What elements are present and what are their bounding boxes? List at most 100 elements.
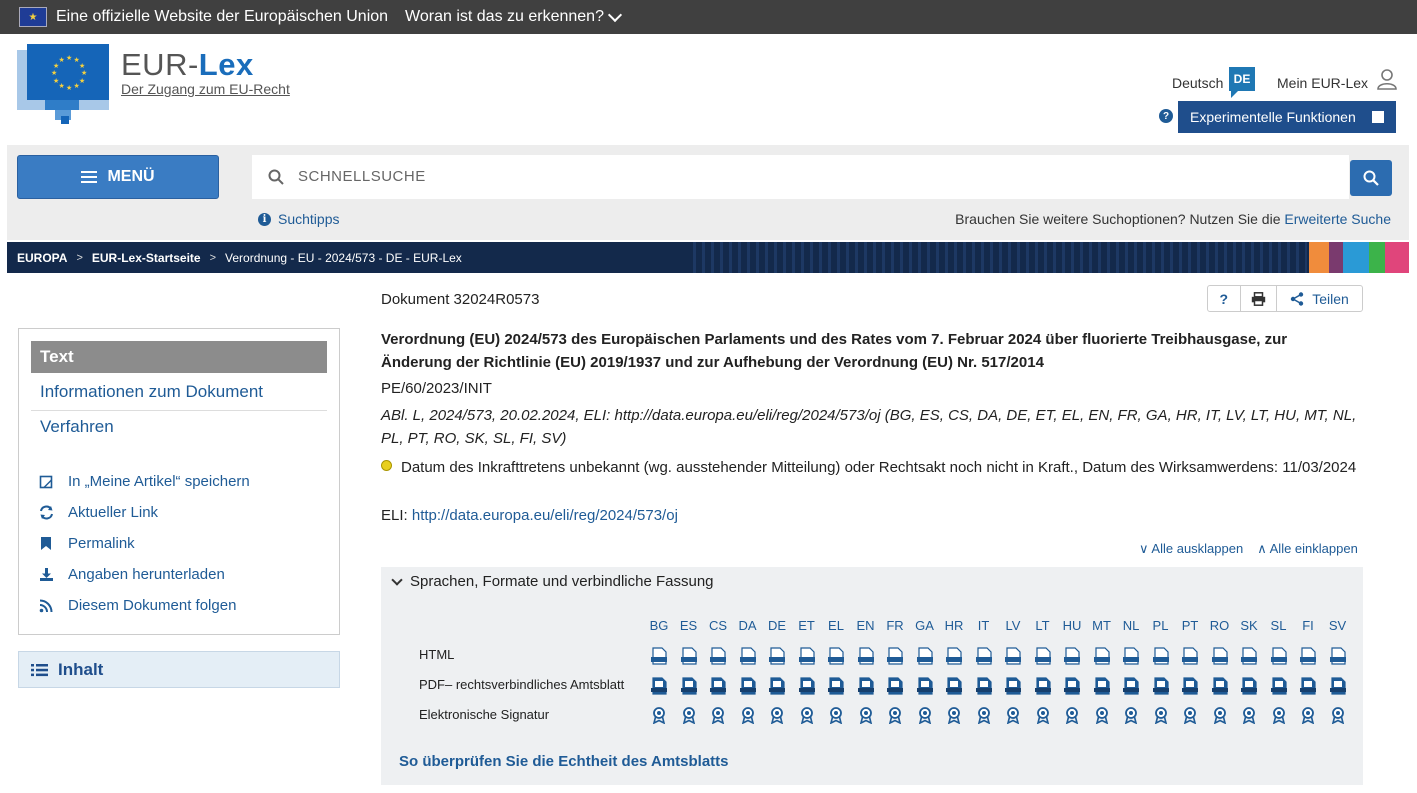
signature-link-it[interactable] xyxy=(975,706,993,725)
breadcrumb-europa[interactable]: EUROPA xyxy=(17,251,67,265)
pdf-link-sk[interactable] xyxy=(1240,677,1258,695)
experimental-checkbox[interactable] xyxy=(1372,111,1384,123)
follow-document-link[interactable]: Diesem Dokument folgen xyxy=(38,597,236,614)
signature-link-el[interactable] xyxy=(827,706,845,725)
current-link-link[interactable]: Aktueller Link xyxy=(38,504,158,521)
pdf-link-ro[interactable] xyxy=(1211,677,1229,695)
eurlex-logo[interactable]: ★ ★ ★ ★ ★ ★ ★ ★ ★ ★ ★ ★ xyxy=(17,44,112,124)
sidebar-link-procedure[interactable]: Verfahren xyxy=(40,417,114,437)
html-link-fr[interactable] xyxy=(886,647,904,665)
html-link-el[interactable] xyxy=(827,647,845,665)
html-link-it[interactable] xyxy=(975,647,993,665)
expand-all-button[interactable]: ∨ Alle ausklappen xyxy=(1139,541,1243,557)
signature-link-bg[interactable] xyxy=(650,706,668,725)
signature-link-nl[interactable] xyxy=(1122,706,1140,725)
html-link-pl[interactable] xyxy=(1152,647,1170,665)
html-link-lv[interactable] xyxy=(1004,647,1022,665)
signature-link-cs[interactable] xyxy=(709,706,727,725)
search-tips-link[interactable]: i Suchtipps xyxy=(258,211,339,227)
pdf-link-de[interactable] xyxy=(768,677,786,695)
signature-link-fi[interactable] xyxy=(1299,706,1317,725)
signature-link-lv[interactable] xyxy=(1004,706,1022,725)
signature-link-ga[interactable] xyxy=(916,706,934,725)
html-link-lt[interactable] xyxy=(1034,647,1052,665)
search-submit-button[interactable] xyxy=(1350,160,1392,196)
advanced-search-link[interactable]: Erweiterte Suche xyxy=(1284,211,1391,227)
signature-link-sv[interactable] xyxy=(1329,706,1347,725)
menu-button[interactable]: MENÜ xyxy=(17,155,219,199)
signature-link-sk[interactable] xyxy=(1240,706,1258,725)
signature-link-sl[interactable] xyxy=(1270,706,1288,725)
pdf-link-pl[interactable] xyxy=(1152,677,1170,695)
experimental-features-toggle[interactable]: Experimentelle Funktionen xyxy=(1178,101,1396,133)
signature-link-hu[interactable] xyxy=(1063,706,1081,725)
pdf-link-en[interactable] xyxy=(857,677,875,695)
html-link-ga[interactable] xyxy=(916,647,934,665)
pdf-link-hr[interactable] xyxy=(945,677,963,695)
sidebar-tab-text[interactable]: Text xyxy=(31,341,327,373)
table-of-contents-toggle[interactable]: Inhalt xyxy=(18,651,340,688)
signature-link-pl[interactable] xyxy=(1152,706,1170,725)
pdf-link-lv[interactable] xyxy=(1004,677,1022,695)
pdf-link-cs[interactable] xyxy=(709,677,727,695)
signature-link-de[interactable] xyxy=(768,706,786,725)
html-link-nl[interactable] xyxy=(1122,647,1140,665)
pdf-link-fi[interactable] xyxy=(1299,677,1317,695)
pdf-link-nl[interactable] xyxy=(1122,677,1140,695)
collapse-all-button[interactable]: ∧ Alle einklappen xyxy=(1257,541,1358,557)
signature-link-en[interactable] xyxy=(857,706,875,725)
signature-link-pt[interactable] xyxy=(1181,706,1199,725)
user-icon[interactable] xyxy=(1377,68,1397,90)
html-link-en[interactable] xyxy=(857,647,875,665)
my-eurlex-link[interactable]: Mein EUR-Lex xyxy=(1277,75,1368,91)
site-subtitle[interactable]: Der Zugang zum EU-Recht xyxy=(121,81,290,97)
languages-panel-toggle[interactable]: Sprachen, Formate und verbindliche Fassu… xyxy=(391,573,714,590)
sidebar-link-document-info[interactable]: Informationen zum Dokument xyxy=(40,382,263,402)
html-link-da[interactable] xyxy=(739,647,757,665)
pdf-link-et[interactable] xyxy=(798,677,816,695)
pdf-link-es[interactable] xyxy=(680,677,698,695)
share-button[interactable]: Teilen xyxy=(1277,286,1362,311)
html-link-sk[interactable] xyxy=(1240,647,1258,665)
html-link-hu[interactable] xyxy=(1063,647,1081,665)
quick-search-input[interactable] xyxy=(296,167,1300,186)
breadcrumb-home[interactable]: EUR-Lex-Startseite xyxy=(92,251,201,265)
pdf-link-mt[interactable] xyxy=(1093,677,1111,695)
site-name[interactable]: EUR-Lex xyxy=(121,47,254,83)
html-link-es[interactable] xyxy=(680,647,698,665)
save-to-my-items-link[interactable]: In „Meine Artikel“ speichern xyxy=(38,473,250,490)
pdf-link-ga[interactable] xyxy=(916,677,934,695)
print-button[interactable] xyxy=(1241,286,1278,311)
pdf-link-bg[interactable] xyxy=(650,677,668,695)
language-code-badge[interactable]: DE xyxy=(1229,67,1255,98)
html-link-fi[interactable] xyxy=(1299,647,1317,665)
pdf-link-lt[interactable] xyxy=(1034,677,1052,695)
permalink-link[interactable]: Permalink xyxy=(38,535,135,552)
html-link-de[interactable] xyxy=(768,647,786,665)
html-link-bg[interactable] xyxy=(650,647,668,665)
signature-link-et[interactable] xyxy=(798,706,816,725)
html-link-sl[interactable] xyxy=(1270,647,1288,665)
pdf-link-pt[interactable] xyxy=(1181,677,1199,695)
signature-link-es[interactable] xyxy=(680,706,698,725)
eli-link[interactable]: http://data.europa.eu/eli/reg/2024/573/o… xyxy=(412,507,678,524)
pdf-link-el[interactable] xyxy=(827,677,845,695)
pdf-link-sl[interactable] xyxy=(1270,677,1288,695)
language-selector-label[interactable]: Deutsch xyxy=(1172,75,1223,91)
html-link-pt[interactable] xyxy=(1181,647,1199,665)
html-link-hr[interactable] xyxy=(945,647,963,665)
pdf-link-fr[interactable] xyxy=(886,677,904,695)
html-link-ro[interactable] xyxy=(1211,647,1229,665)
pdf-link-it[interactable] xyxy=(975,677,993,695)
verify-authenticity-link[interactable]: So überprüfen Sie die Echtheit des Amtsb… xyxy=(399,753,729,770)
signature-link-fr[interactable] xyxy=(886,706,904,725)
help-icon[interactable]: ? xyxy=(1159,109,1173,123)
html-link-sv[interactable] xyxy=(1329,647,1347,665)
signature-link-ro[interactable] xyxy=(1211,706,1229,725)
help-button[interactable]: ? xyxy=(1208,286,1241,311)
download-metadata-link[interactable]: Angaben herunterladen xyxy=(38,566,225,583)
signature-link-lt[interactable] xyxy=(1034,706,1052,725)
pdf-link-sv[interactable] xyxy=(1329,677,1347,695)
html-link-et[interactable] xyxy=(798,647,816,665)
how-to-know-toggle[interactable]: Woran ist das zu erkennen? xyxy=(405,7,623,26)
